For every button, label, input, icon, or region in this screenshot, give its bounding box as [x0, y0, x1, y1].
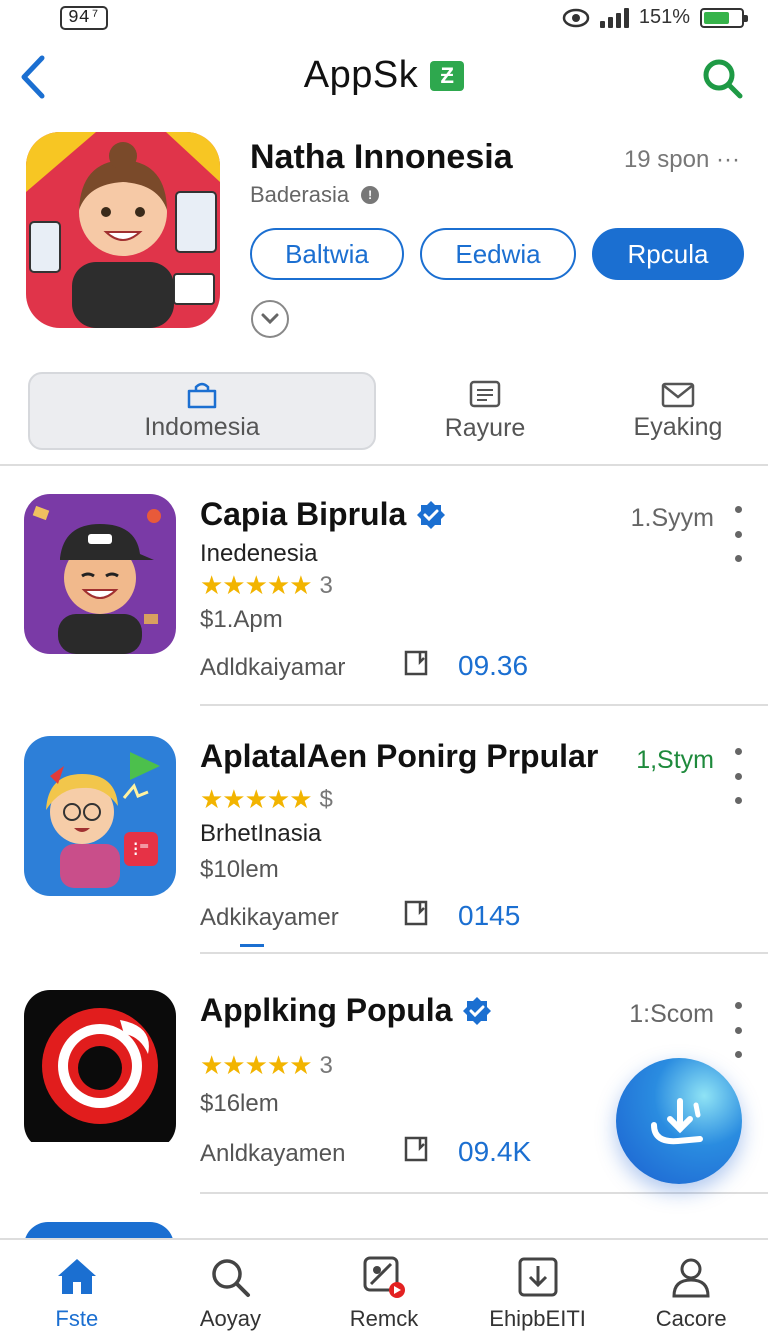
- download-count: 09.36: [458, 650, 529, 681]
- chevron-down-icon: [261, 313, 279, 325]
- verified-badge-icon: [417, 500, 446, 529]
- featured-app-meta: 19 spon ···: [623, 146, 740, 173]
- status-right: 151%: [562, 6, 748, 29]
- app-price: $1.Apm: [200, 606, 283, 633]
- list-item[interactable]: ⁝⁼ AplatalAen Ponirg Prpular 1,Stym ★★★★…: [0, 722, 768, 954]
- tab-rayure[interactable]: Rayure: [420, 372, 550, 450]
- featured-app-subtitle: Baderasia: [250, 182, 350, 207]
- nav-profile[interactable]: Cacore: [614, 1240, 768, 1344]
- nav-label: Cacore: [655, 1306, 727, 1331]
- more-options-icon[interactable]: [730, 748, 746, 804]
- title-badge-icon: Ƶ: [430, 60, 465, 91]
- pill-button[interactable]: Baltwia: [250, 228, 404, 280]
- category-tabs: Indomesia Rayure Eyaking: [0, 370, 768, 466]
- nav-media[interactable]: Remck: [307, 1240, 461, 1344]
- featured-app-icon[interactable]: [26, 132, 220, 328]
- app-developer: Anldkayamen: [200, 1140, 346, 1167]
- nav-label: Aoyay: [199, 1306, 261, 1331]
- app-developer: Adkikayamer: [200, 904, 339, 931]
- download-tray-icon: [651, 1098, 703, 1145]
- svg-text:⁝⁼: ⁝⁼: [133, 837, 150, 861]
- install-icon[interactable]: [402, 1134, 430, 1164]
- status-bar: 94⁷ 151%: [0, 0, 768, 38]
- search-icon[interactable]: [698, 54, 746, 102]
- more-options-icon[interactable]: [730, 1002, 746, 1058]
- divider: [200, 952, 768, 954]
- battery-percent: 151%: [638, 6, 690, 28]
- rating-stars: ★★★★★ $: [200, 784, 333, 814]
- rating-count: $: [319, 785, 333, 813]
- app-title: AppSk: [303, 54, 419, 96]
- media-icon: [363, 1256, 405, 1298]
- eye-icon: [562, 8, 590, 27]
- pill-button[interactable]: Eedwia: [420, 228, 576, 280]
- expand-button[interactable]: [251, 300, 289, 338]
- bottom-nav: Fste Aoyay Remck EhipbEITI Cacore: [0, 1238, 768, 1344]
- filter-pills: Baltwia Eedwia Rpcula: [250, 228, 744, 280]
- app-category: BrhetInasia: [200, 820, 322, 847]
- app-meta: 1:Scom: [629, 1000, 714, 1028]
- nav-label: Remck: [349, 1306, 419, 1331]
- divider: [200, 1192, 768, 1194]
- install-icon[interactable]: [402, 898, 430, 928]
- top-header: AppSk Ƶ: [0, 44, 768, 110]
- rating-count: 3: [319, 1051, 333, 1079]
- floating-download-button[interactable]: [616, 1058, 742, 1184]
- download-count: 09.4K: [458, 1136, 532, 1167]
- profile-icon: [672, 1258, 710, 1298]
- app-category: Inedenesia: [200, 540, 318, 567]
- info-icon[interactable]: !: [361, 186, 380, 204]
- featured-app-name[interactable]: Natha Innonesia: [250, 138, 513, 177]
- app-name[interactable]: Applking Popula: [200, 992, 452, 1029]
- more-options-icon[interactable]: [730, 506, 746, 562]
- home-icon: [57, 1259, 96, 1294]
- featured-app: Natha Innonesia Baderasia ! 19 spon ··· …: [0, 130, 768, 350]
- app-price: $10lem: [200, 856, 279, 883]
- app-icon[interactable]: [24, 494, 176, 654]
- app-meta: 1,Stym: [636, 746, 714, 774]
- tab-label: Eyaking: [633, 412, 723, 441]
- tab-label: Rayure: [444, 413, 526, 442]
- tab-indomesia[interactable]: Indomesia: [28, 372, 376, 450]
- install-icon[interactable]: [402, 648, 430, 678]
- divider: [200, 704, 768, 706]
- battery-icon: [700, 7, 748, 28]
- app-name[interactable]: Capia Biprula: [200, 496, 406, 533]
- nav-label: Fste: [55, 1306, 99, 1331]
- tab-eyaking[interactable]: Eyaking: [600, 372, 756, 450]
- verified-badge-icon: [463, 996, 492, 1025]
- mail-icon: [661, 382, 695, 407]
- app-icon[interactable]: ⁝⁼: [24, 736, 176, 896]
- nav-label: EhipbEITI: [489, 1306, 586, 1331]
- rating-stars: ★★★★★ 3: [200, 1050, 333, 1080]
- scroll-indicator: [240, 944, 264, 947]
- nav-search[interactable]: Aoyay: [154, 1240, 308, 1344]
- nav-home[interactable]: Fste: [0, 1240, 154, 1344]
- download-count: 0145: [458, 900, 521, 931]
- nav-downloads[interactable]: EhipbEITI: [461, 1240, 615, 1344]
- status-time: 94⁷: [60, 6, 109, 30]
- bag-icon: [187, 382, 217, 408]
- app-meta: 1.Syym: [630, 504, 714, 532]
- document-icon: [469, 380, 501, 407]
- rating-stars: ★★★★★ 3: [200, 570, 333, 600]
- app-icon[interactable]: [24, 990, 176, 1150]
- app-name[interactable]: AplatalAen Ponirg Prpular: [200, 738, 598, 775]
- rating-count: 3: [319, 571, 333, 599]
- list-item[interactable]: Capia Biprula 1.Syym Inedenesia ★★★★★ 3 $…: [0, 480, 768, 706]
- search-icon: [212, 1259, 251, 1297]
- download-icon: [518, 1257, 558, 1297]
- pill-button-selected[interactable]: Rpcula: [592, 228, 744, 280]
- app-developer: Adldkaiyamar: [200, 654, 346, 681]
- signal-icon: [599, 7, 629, 28]
- app-price: $16lem: [200, 1090, 279, 1117]
- tab-label: Indomesia: [144, 412, 260, 441]
